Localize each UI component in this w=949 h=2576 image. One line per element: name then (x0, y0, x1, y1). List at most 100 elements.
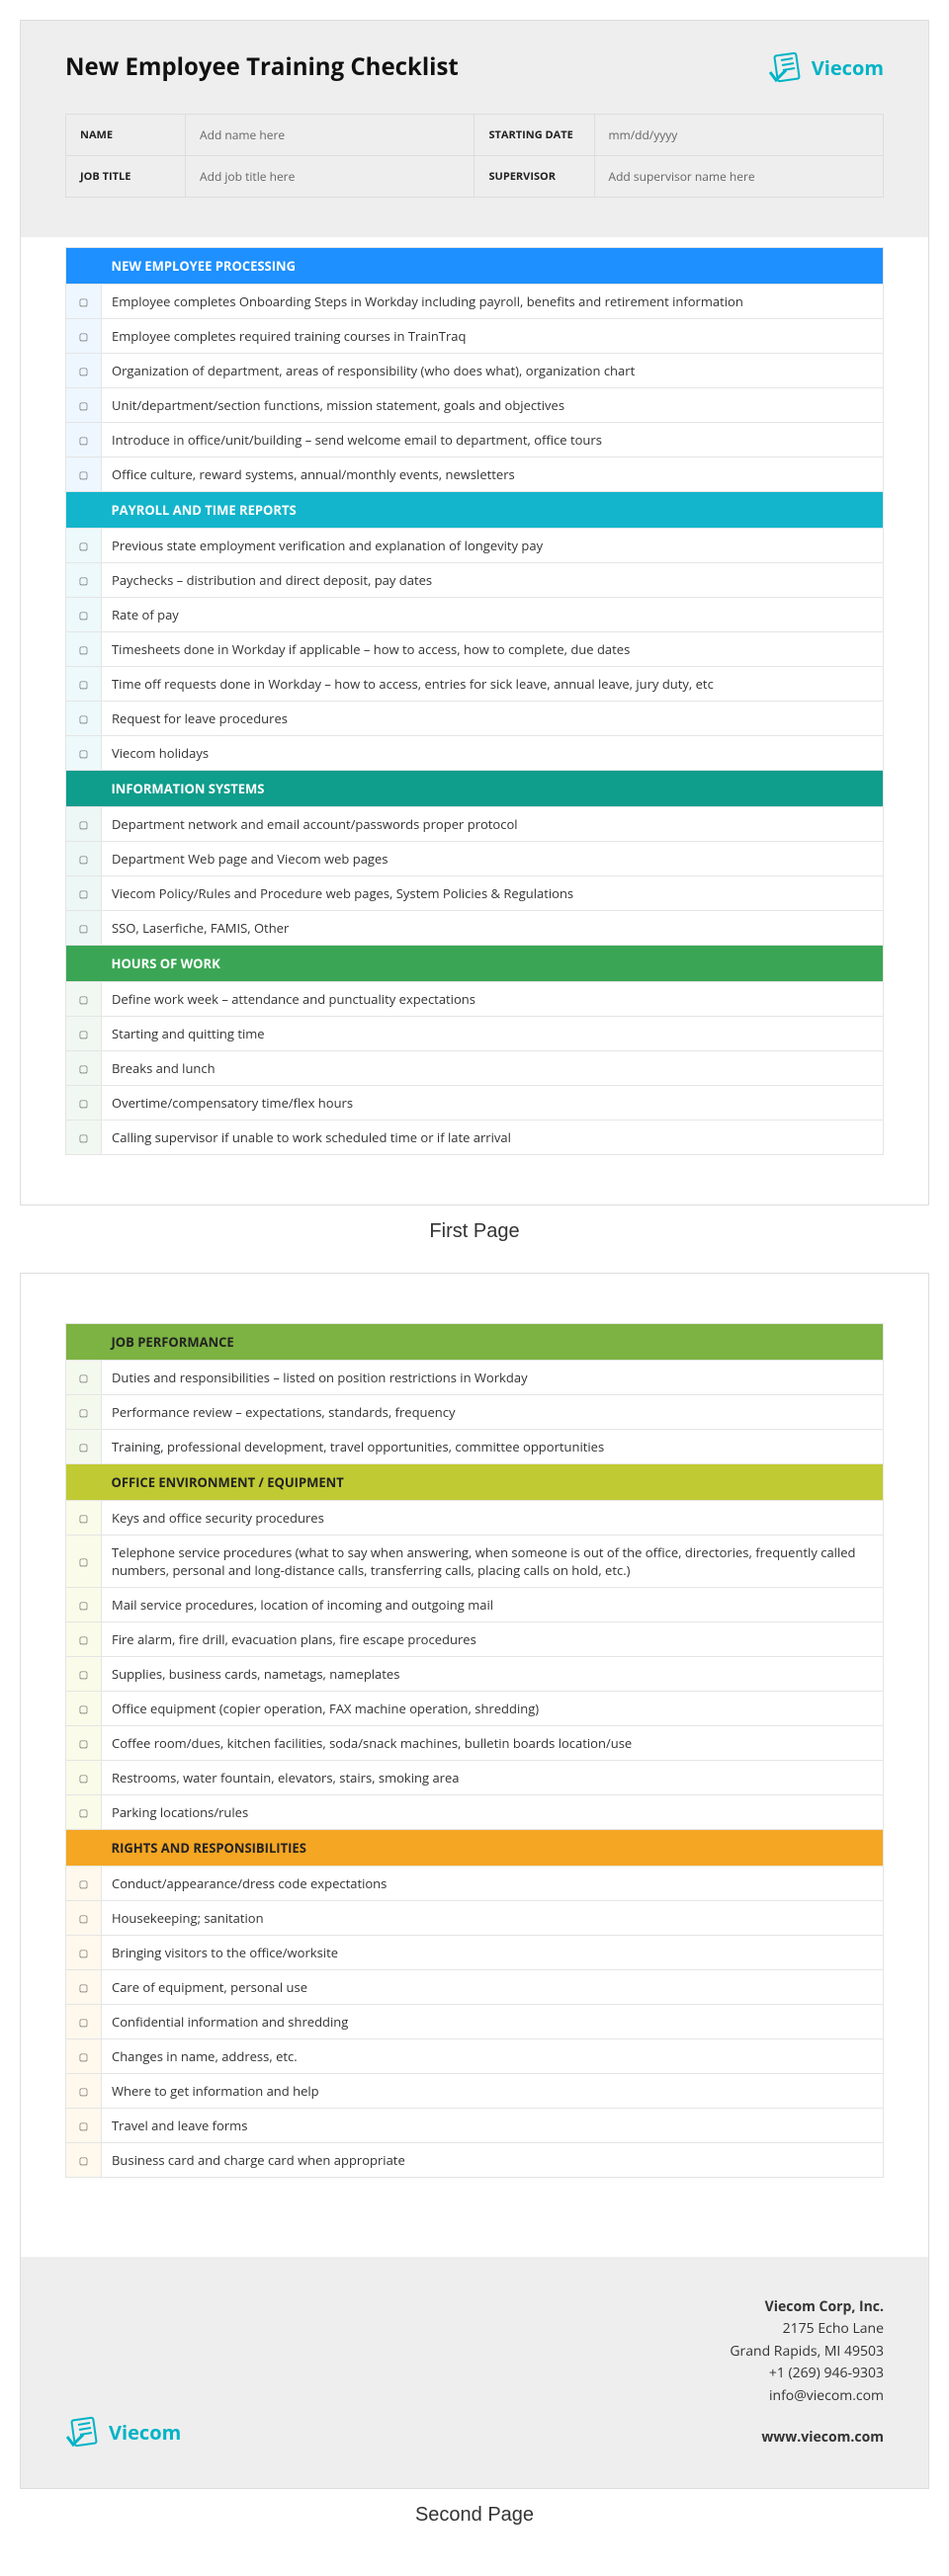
checklist-item-text: Duties and responsibilities – listed on … (102, 1361, 884, 1395)
checkbox[interactable]: ▢ (66, 529, 102, 563)
checkbox[interactable]: ▢ (66, 1588, 102, 1622)
checklist-row: ▢Duties and responsibilities – listed on… (66, 1361, 884, 1395)
checkbox[interactable]: ▢ (66, 632, 102, 667)
checklist-row: ▢Paychecks – distribution and direct dep… (66, 563, 884, 598)
checklist-item-text: Unit/department/section functions, missi… (102, 388, 884, 423)
checklist-row: ▢Request for leave procedures (66, 702, 884, 736)
checkbox[interactable]: ▢ (66, 1430, 102, 1464)
checklist-item-text: Where to get information and help (102, 2074, 884, 2109)
checkbox[interactable]: ▢ (66, 1901, 102, 1936)
checkbox[interactable]: ▢ (66, 2143, 102, 2178)
checkbox[interactable]: ▢ (66, 842, 102, 876)
supervisor-field[interactable]: Add supervisor name here (594, 156, 884, 198)
checkbox[interactable]: ▢ (66, 1536, 102, 1588)
checkbox[interactable]: ▢ (66, 285, 102, 319)
checklist-item-text: Business card and charge card when appro… (102, 2143, 884, 2178)
checklist-row: ▢Confidential information and shredding (66, 2005, 884, 2039)
checkbox[interactable]: ▢ (66, 876, 102, 911)
info-table: NAME Add name here STARTING DATE mm/dd/y… (65, 114, 884, 198)
name-label: NAME (66, 115, 186, 156)
checkbox[interactable]: ▢ (66, 388, 102, 423)
checkbox[interactable]: ▢ (66, 2039, 102, 2074)
checkbox[interactable]: ▢ (66, 563, 102, 598)
checkbox[interactable]: ▢ (66, 736, 102, 771)
checklist-item-text: Restrooms, water fountain, elevators, st… (102, 1761, 884, 1795)
checkbox[interactable]: ▢ (66, 1622, 102, 1657)
checkbox[interactable]: ▢ (66, 598, 102, 632)
checklist-item-text: Employee completes Onboarding Steps in W… (102, 285, 884, 319)
checkbox[interactable]: ▢ (66, 1936, 102, 1970)
checklist-row: ▢Rate of pay (66, 598, 884, 632)
checklist-item-text: Calling supervisor if unable to work sch… (102, 1121, 884, 1155)
checklist-row: ▢Department Web page and Viecom web page… (66, 842, 884, 876)
document-title: New Employee Training Checklist (65, 50, 459, 83)
checklist-item-text: Starting and quitting time (102, 1017, 884, 1051)
checkbox[interactable]: ▢ (66, 1761, 102, 1795)
checkbox[interactable]: ▢ (66, 667, 102, 702)
section-header: PAYROLL AND TIME REPORTS (66, 492, 884, 529)
checkbox[interactable]: ▢ (66, 1795, 102, 1830)
checkbox[interactable]: ▢ (66, 1017, 102, 1051)
checkbox[interactable]: ▢ (66, 1361, 102, 1395)
checklist-row: ▢Unit/department/section functions, miss… (66, 388, 884, 423)
checkbox[interactable]: ▢ (66, 2074, 102, 2109)
checklist-row: ▢Previous state employment verification … (66, 529, 884, 563)
checklist-row: ▢Time off requests done in Workday – how… (66, 667, 884, 702)
checklist-item-text: Supplies, business cards, nametags, name… (102, 1657, 884, 1692)
checklist-row: ▢Bringing visitors to the office/worksit… (66, 1936, 884, 1970)
checklist-table-p1: NEW EMPLOYEE PROCESSING▢Employee complet… (65, 247, 884, 1155)
checklist-row: ▢Training, professional development, tra… (66, 1430, 884, 1464)
checkbox[interactable]: ▢ (66, 1051, 102, 1086)
checklist-row: ▢Employee completes required training co… (66, 319, 884, 354)
checkbox[interactable]: ▢ (66, 354, 102, 388)
brand-name: Viecom (812, 54, 884, 81)
checklist-row: ▢Overtime/compensatory time/flex hours (66, 1086, 884, 1121)
section-header: HOURS OF WORK (66, 946, 884, 982)
checklist-item-text: Keys and office security procedures (102, 1501, 884, 1536)
checklist-item-text: Parking locations/rules (102, 1795, 884, 1830)
clipboard-icon (768, 50, 806, 84)
checkbox[interactable]: ▢ (66, 457, 102, 492)
checklist-item-text: Office equipment (copier operation, FAX … (102, 1692, 884, 1726)
checklist-row: ▢Introduce in office/unit/building – sen… (66, 423, 884, 457)
checkbox[interactable]: ▢ (66, 1657, 102, 1692)
checklist-item-text: Employee completes required training cou… (102, 319, 884, 354)
date-label: STARTING DATE (474, 115, 594, 156)
checkbox[interactable]: ▢ (66, 1692, 102, 1726)
checkbox[interactable]: ▢ (66, 319, 102, 354)
checkbox[interactable]: ▢ (66, 911, 102, 946)
company-info: Viecom Corp, Inc. 2175 Echo Lane Grand R… (730, 2296, 884, 2449)
checklist-row: ▢Travel and leave forms (66, 2109, 884, 2143)
checkbox[interactable]: ▢ (66, 807, 102, 842)
checklist-row: ▢Telephone service procedures (what to s… (66, 1536, 884, 1588)
checkbox[interactable]: ▢ (66, 2109, 102, 2143)
jobtitle-field[interactable]: Add job title here (186, 156, 474, 198)
section-header: NEW EMPLOYEE PROCESSING (66, 248, 884, 285)
checkbox[interactable]: ▢ (66, 1726, 102, 1761)
date-field[interactable]: mm/dd/yyyy (594, 115, 884, 156)
checkbox[interactable]: ▢ (66, 1086, 102, 1121)
section-title: OFFICE ENVIRONMENT / EQUIPMENT (102, 1464, 884, 1501)
checkbox[interactable]: ▢ (66, 2005, 102, 2039)
checklist-row: ▢Where to get information and help (66, 2074, 884, 2109)
footer-block: Viecom Viecom Corp, Inc. 2175 Echo Lane … (21, 2257, 928, 2488)
checkbox[interactable]: ▢ (66, 423, 102, 457)
checklist-row: ▢Care of equipment, personal use (66, 1970, 884, 2005)
checklist-item-text: Performance review – expectations, stand… (102, 1395, 884, 1430)
checkbox[interactable]: ▢ (66, 1970, 102, 2005)
checklist-item-text: Telephone service procedures (what to sa… (102, 1536, 884, 1588)
checkbox[interactable]: ▢ (66, 982, 102, 1017)
checkbox[interactable]: ▢ (66, 702, 102, 736)
checkbox[interactable]: ▢ (66, 1121, 102, 1155)
checklist-row: ▢Department network and email account/pa… (66, 807, 884, 842)
checklist-item-text: Breaks and lunch (102, 1051, 884, 1086)
checklist-item-text: Training, professional development, trav… (102, 1430, 884, 1464)
page1-label: First Page (20, 1220, 929, 1243)
name-field[interactable]: Add name here (186, 115, 474, 156)
checkbox[interactable]: ▢ (66, 1867, 102, 1901)
checklist-item-text: Introduce in office/unit/building – send… (102, 423, 884, 457)
section-header: RIGHTS AND RESPONSIBILITIES (66, 1830, 884, 1867)
checkbox[interactable]: ▢ (66, 1395, 102, 1430)
checkbox[interactable]: ▢ (66, 1501, 102, 1536)
checklist-row: ▢Keys and office security procedures (66, 1501, 884, 1536)
